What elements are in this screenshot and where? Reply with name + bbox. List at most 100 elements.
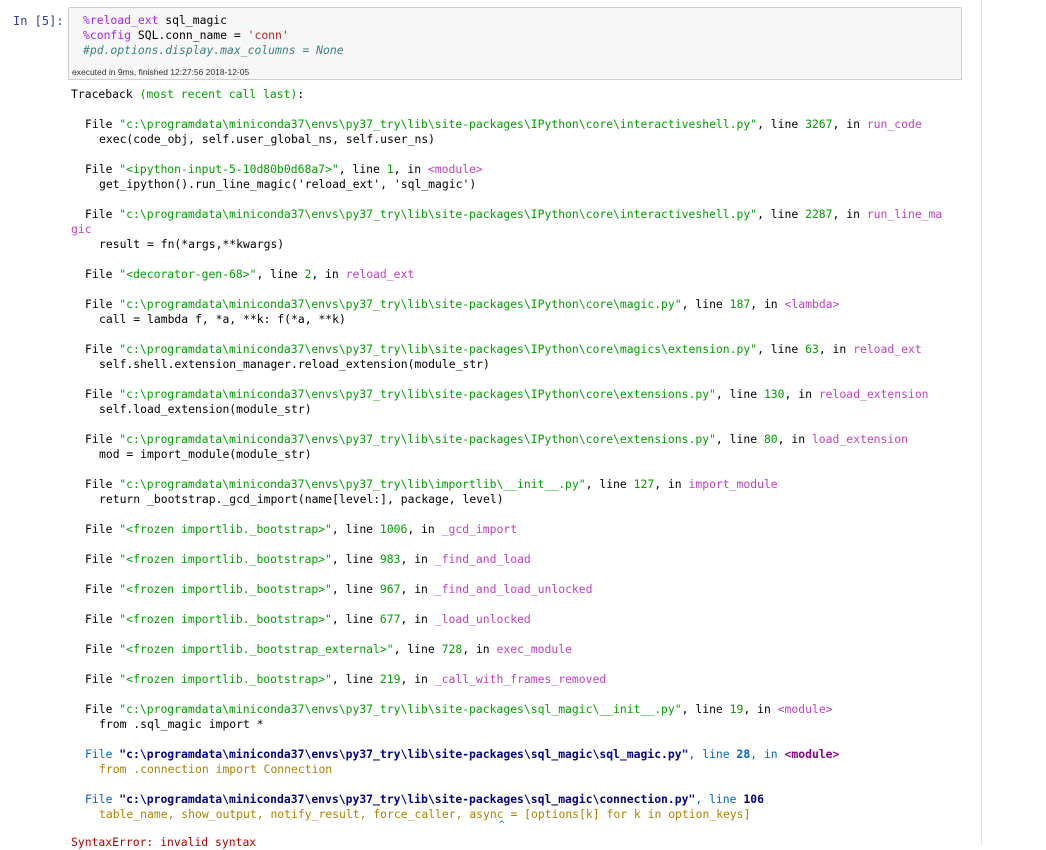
file-keyword: File <box>85 582 120 596</box>
frame-file: "<frozen importlib._bootstrap>" <box>119 582 332 596</box>
traceback-line: File "c:\programdata\miniconda37\envs\py… <box>71 792 764 807</box>
traceback-line: File "c:\programdata\miniconda37\envs\py… <box>71 747 839 762</box>
frame-line-number: 728 <box>441 642 463 656</box>
traceback-line: call = lambda f, *a, **k: f(*a, **k) <box>71 312 346 327</box>
frame-line-number: 219 <box>379 672 401 686</box>
frame-code: from .connection import Connection <box>99 762 333 776</box>
traceback-line: exec(code_obj, self.user_global_ns, self… <box>71 132 435 147</box>
file-keyword: File <box>85 267 120 281</box>
frame-line-number: 106 <box>743 792 764 806</box>
in-keyword: , in <box>777 432 812 446</box>
frame-file: "c:\programdata\miniconda37\envs\py37_tr… <box>119 117 758 131</box>
line-keyword: , line <box>338 162 387 176</box>
frame-line-number: 28 <box>736 747 751 761</box>
in-keyword: , in <box>750 747 785 761</box>
frame-file: "<ipython-input-5-10d80b0d68a7>" <box>119 162 339 176</box>
code-string: 'conn' <box>247 28 289 42</box>
file-keyword: File <box>85 747 120 761</box>
code-comment: #pd.options.display.max_columns = None <box>83 43 344 57</box>
in-keyword: , in <box>400 612 435 626</box>
line-keyword: , line <box>585 477 634 491</box>
traceback-frame: File "c:\programdata\miniconda37\envs\py… <box>71 342 922 357</box>
input-prompt: In [5]: <box>13 14 64 28</box>
magic-keyword: %reload_ext <box>83 13 159 27</box>
frame-file: "<frozen importlib._bootstrap>" <box>119 612 332 626</box>
file-keyword: File <box>85 642 120 656</box>
frame-code: self.load_extension(module_str) <box>99 402 312 416</box>
frame-file: "c:\programdata\miniconda37\envs\py37_tr… <box>119 432 716 446</box>
file-keyword: File <box>85 522 120 536</box>
frame-function: reload_ext <box>345 267 415 281</box>
traceback-frame: File "<ipython-input-5-10d80b0d68a7>", l… <box>71 162 483 177</box>
in-keyword: , in <box>750 297 785 311</box>
frame-function: _load_unlocked <box>434 612 531 626</box>
frame-line-number: 1006 <box>379 522 408 536</box>
frame-file: "c:\programdata\miniconda37\envs\py37_tr… <box>119 477 586 491</box>
line-keyword: , line <box>681 702 730 716</box>
line-keyword: , line <box>757 342 806 356</box>
code-text: SQL.conn_name = <box>131 28 248 42</box>
frame-code: result = fn(*args,**kwargs) <box>99 237 285 251</box>
traceback-line: from .sql_magic import * <box>71 717 264 732</box>
frame-line-number: 3267 <box>805 117 833 131</box>
frame-file: "c:\programdata\miniconda37\envs\py37_tr… <box>119 702 682 716</box>
frame-function: <module> <box>784 747 840 761</box>
line-keyword: , line <box>757 117 806 131</box>
file-keyword: File <box>85 477 120 491</box>
traceback-line: self.shell.extension_manager.reload_exte… <box>71 357 490 372</box>
frame-function: run_line_ma <box>866 207 943 221</box>
traceback-header: Traceback (most recent call last): <box>71 87 305 101</box>
traceback-frame: File "c:\programdata\miniconda37\envs\py… <box>71 387 929 402</box>
frame-file: "c:\programdata\miniconda37\envs\py37_tr… <box>119 342 758 356</box>
frame-file: "<decorator-gen-68>" <box>119 267 257 281</box>
magic-keyword: %config <box>83 28 132 42</box>
frame-code: self.shell.extension_manager.reload_exte… <box>99 357 490 371</box>
file-keyword: File <box>85 702 120 716</box>
line-keyword: , line <box>715 387 764 401</box>
traceback-line: return _bootstrap._gcd_import(name[level… <box>71 492 504 507</box>
traceback-frame: File "c:\programdata\miniconda37\envs\py… <box>71 297 839 312</box>
frame-file: "c:\programdata\miniconda37\envs\py37_tr… <box>119 747 689 761</box>
frame-line-number: 983 <box>379 552 401 566</box>
execution-info: executed in 9ms, finished 12:27:56 2018-… <box>72 67 250 77</box>
frame-line-number: 19 <box>729 702 744 716</box>
notebook-column: In [5]: %reload_ext sql_magic %config SQ… <box>0 0 982 849</box>
frame-line-number: 677 <box>379 612 401 626</box>
file-keyword: File <box>85 612 120 626</box>
frame-function: exec_module <box>496 642 572 656</box>
line-keyword: , line <box>757 207 806 221</box>
traceback-frame: File "<frozen importlib._bootstrap>", li… <box>71 612 531 627</box>
frame-function: <lambda> <box>784 297 840 311</box>
frame-file: "<frozen importlib._bootstrap>" <box>119 522 332 536</box>
in-keyword: , in <box>818 342 854 356</box>
traceback-frame: File "<frozen importlib._bootstrap>", li… <box>71 522 517 537</box>
file-keyword: File <box>85 672 120 686</box>
traceback-frame: File "<frozen importlib._bootstrap>", li… <box>71 672 606 687</box>
frame-line-number: 187 <box>729 297 751 311</box>
frame-code: get_ipython().run_line_magic('reload_ext… <box>99 177 477 191</box>
frame-code: mod = import_module(module_str) <box>99 447 312 461</box>
traceback-line: self.load_extension(module_str) <box>71 402 312 417</box>
line-keyword: , line <box>331 522 380 536</box>
traceback-line: result = fn(*args,**kwargs) <box>71 237 284 252</box>
in-keyword: , in <box>400 552 435 566</box>
frame-file: "c:\programdata\miniconda37\envs\py37_tr… <box>119 297 682 311</box>
frame-function-wrap: gic <box>71 222 92 236</box>
traceback-line: ^ <box>71 818 504 833</box>
traceback-frame: File "c:\programdata\miniconda37\envs\py… <box>71 432 908 447</box>
traceback-frame: File "<frozen importlib._bootstrap>", li… <box>71 582 593 597</box>
line-keyword: , line <box>393 642 442 656</box>
frame-function: import_module <box>688 477 778 491</box>
frame-function: _call_with_frames_removed <box>434 672 607 686</box>
file-keyword: File <box>85 792 120 806</box>
traceback-frame: File "<frozen importlib._bootstrap>", li… <box>71 552 531 567</box>
traceback-frame: File "c:\programdata\miniconda37\envs\py… <box>71 117 922 132</box>
frame-function: _find_and_load_unlocked <box>434 582 593 596</box>
frame-file: "c:\programdata\miniconda37\envs\py37_tr… <box>119 207 758 221</box>
line-keyword: , line <box>331 612 380 626</box>
frame-file: "<frozen importlib._bootstrap>" <box>119 552 332 566</box>
traceback-line: get_ipython().run_line_magic('reload_ext… <box>71 177 476 192</box>
line-keyword: , line <box>681 297 730 311</box>
code-cell-input[interactable]: %reload_ext sql_magic %config SQL.conn_n… <box>68 7 962 68</box>
frame-code: exec(code_obj, self.user_global_ns, self… <box>99 132 436 146</box>
